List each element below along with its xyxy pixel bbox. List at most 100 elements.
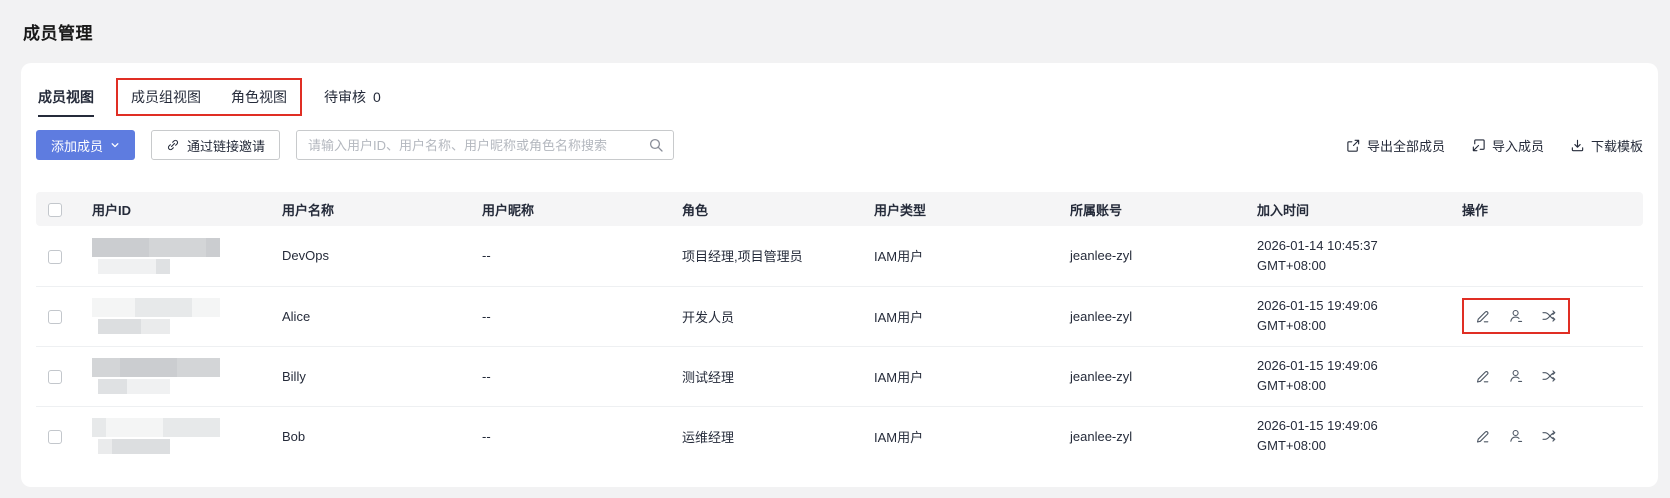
col-header-account: 所属账号	[1058, 192, 1245, 226]
join-timezone: GMT+08:00	[1257, 318, 1327, 333]
member-management-card: 成员视图 成员组视图 角色视图 待审核 0 添加成员 通过链接邀请 请输入用户I…	[21, 63, 1658, 487]
transfer-member-button[interactable]	[1541, 308, 1557, 324]
col-header-actions: 操作	[1450, 192, 1643, 226]
nickname-cell: --	[470, 286, 670, 347]
actions-cell	[1450, 286, 1643, 347]
members-table: 用户ID 用户名称 用户昵称 角色 用户类型 所属账号 加入时间 操作 DevO…	[36, 192, 1643, 466]
join-timezone: GMT+08:00	[1257, 257, 1327, 273]
annotation-box-actions	[1462, 298, 1570, 334]
row-checkbox[interactable]	[48, 249, 62, 264]
join-date: 2026-01-14 10:45:37	[1257, 237, 1378, 253]
table-row: Billy -- 测试经理 IAM用户 jeanlee-zyl 2026-01-…	[36, 346, 1643, 407]
page-title: 成员管理	[23, 24, 93, 43]
user-id-redacted	[92, 418, 258, 455]
link-icon	[166, 138, 180, 152]
edit-member-button[interactable]	[1475, 428, 1491, 444]
invite-by-link-button[interactable]: 通过链接邀请	[151, 130, 281, 160]
import-members-label: 导入成员	[1491, 138, 1544, 154]
tab-bar: 成员视图 成员组视图 角色视图 待审核 0	[36, 63, 1643, 117]
user-id-redacted	[92, 358, 258, 394]
col-header-nickname: 用户昵称	[470, 192, 670, 226]
row-checkbox[interactable]	[48, 369, 62, 384]
user-name-cell: Alice	[270, 286, 470, 347]
join-timezone: GMT+08:00	[1257, 438, 1327, 454]
col-header-user-id: 用户ID	[80, 192, 270, 226]
user-id-redacted	[92, 298, 258, 334]
export-icon	[1346, 138, 1361, 153]
user-type-cell: IAM用户	[862, 286, 1058, 347]
account-cell: jeanlee-zyl	[1070, 428, 1133, 444]
role-cell: 开发人员	[670, 286, 862, 347]
download-template-button[interactable]: 下载模板	[1570, 136, 1643, 155]
tab-pending-review[interactable]: 待审核 0	[324, 87, 381, 107]
edit-member-button[interactable]	[1475, 308, 1491, 324]
join-timezone: GMT+08:00	[1257, 378, 1327, 393]
user-type-cell: IAM用户	[874, 429, 924, 445]
toolbar-right-links: 导出全部成员 导入成员 下载模板	[1346, 136, 1643, 155]
action-group	[1462, 418, 1570, 454]
user-type-cell: IAM用户	[862, 226, 1058, 287]
member-role-button[interactable]	[1508, 308, 1524, 324]
annotation-box-tabs: 成员组视图 角色视图	[116, 78, 302, 116]
col-header-join-time: 加入时间	[1245, 192, 1450, 226]
join-time-cell: 2026-01-15 19:49:06 GMT+08:00	[1245, 406, 1450, 466]
account-cell: jeanlee-zyl	[1058, 226, 1245, 287]
user-name-cell: Billy	[270, 346, 470, 407]
add-member-button[interactable]: 添加成员	[36, 130, 136, 160]
role-cell: 项目经理,项目管理员	[670, 226, 862, 287]
tab-role-view[interactable]: 角色视图	[231, 87, 287, 107]
user-id-redacted	[92, 237, 258, 274]
export-all-members-button[interactable]: 导出全部成员	[1346, 136, 1445, 155]
row-checkbox[interactable]	[48, 430, 62, 445]
invite-by-link-label: 通过链接邀请	[187, 138, 266, 154]
download-template-label: 下载模板	[1590, 138, 1643, 154]
col-header-role: 角色	[670, 192, 862, 226]
search-input[interactable]	[296, 130, 675, 160]
role-cell: 测试经理	[670, 346, 862, 407]
col-header-user-name: 用户名称	[270, 192, 470, 226]
tab-member-group-view[interactable]: 成员组视图	[131, 87, 201, 107]
user-name-cell: Bob	[282, 428, 306, 444]
nickname-cell: --	[470, 346, 670, 407]
transfer-member-button[interactable]	[1541, 428, 1557, 444]
export-all-members-label: 导出全部成员	[1366, 138, 1445, 154]
join-date: 2026-01-15 19:49:06	[1257, 358, 1378, 373]
account-cell: jeanlee-zyl	[1058, 286, 1245, 347]
member-role-button[interactable]	[1508, 428, 1524, 444]
tab-pending-review-label: 待审核	[324, 89, 366, 105]
pending-review-count: 0	[373, 89, 381, 105]
actions-cell	[1450, 346, 1643, 407]
col-header-user-type: 用户类型	[862, 192, 1058, 226]
account-cell: jeanlee-zyl	[1058, 346, 1245, 407]
role-cell: 运维经理	[682, 429, 735, 445]
action-group	[1462, 358, 1570, 394]
import-members-button[interactable]: 导入成员	[1471, 136, 1544, 155]
toolbar: 添加成员 通过链接邀请 导出全部成员	[36, 129, 1643, 161]
table-row: DevOps -- 项目经理,项目管理员 IAM用户 jeanlee-zyl 2…	[36, 226, 1643, 287]
download-icon	[1570, 138, 1585, 153]
actions-cell	[1450, 406, 1643, 466]
import-icon	[1471, 138, 1486, 153]
user-type-cell: IAM用户	[862, 346, 1058, 407]
join-date: 2026-01-15 19:49:06	[1257, 418, 1378, 434]
edit-member-button[interactable]	[1475, 368, 1491, 384]
table-row: Alice -- 开发人员 IAM用户 jeanlee-zyl 2026-01-…	[36, 286, 1643, 347]
tab-member-view[interactable]: 成员视图	[38, 87, 94, 117]
actions-cell	[1450, 226, 1643, 287]
search-box	[296, 130, 675, 160]
user-name-cell: DevOps	[270, 226, 470, 287]
select-all-checkbox[interactable]	[48, 202, 62, 217]
search-icon[interactable]	[648, 137, 664, 153]
nickname-cell: --	[482, 428, 491, 444]
member-role-button[interactable]	[1508, 368, 1524, 384]
nickname-cell: --	[470, 226, 670, 287]
table-row: Bob -- 运维经理 IAM用户 jeanlee-zyl 2026-01-15…	[36, 406, 1643, 466]
table-header-row: 用户ID 用户名称 用户昵称 角色 用户类型 所属账号 加入时间 操作	[36, 192, 1643, 226]
join-date: 2026-01-15 19:49:06	[1257, 298, 1378, 313]
join-time-cell: 2026-01-15 19:49:06 GMT+08:00	[1245, 286, 1450, 347]
row-checkbox[interactable]	[48, 309, 62, 324]
join-time-cell: 2026-01-14 10:45:37 GMT+08:00	[1245, 226, 1450, 287]
join-time-cell: 2026-01-15 19:49:06 GMT+08:00	[1245, 346, 1450, 407]
add-member-button-label: 添加成员	[51, 138, 104, 154]
transfer-member-button[interactable]	[1541, 368, 1557, 384]
